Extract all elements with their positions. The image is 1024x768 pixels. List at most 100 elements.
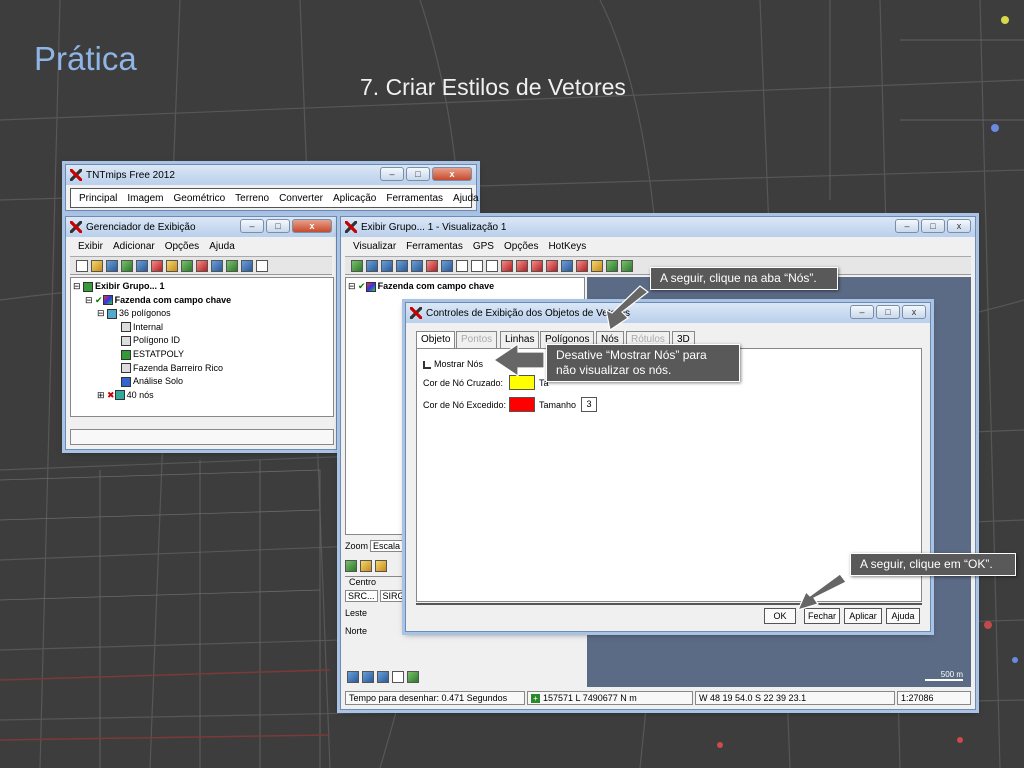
legend-icon[interactable] xyxy=(347,671,359,683)
search-icon[interactable] xyxy=(392,671,404,683)
tree-item-polygon-id[interactable]: Polígono ID xyxy=(73,334,333,348)
pan-icon[interactable] xyxy=(456,259,468,272)
binoculars-icon[interactable] xyxy=(396,259,408,272)
maximize-button[interactable]: □ xyxy=(921,219,945,233)
home-icon[interactable] xyxy=(375,560,387,572)
menu-ajuda[interactable]: Ajuda xyxy=(209,241,235,252)
add-layer-icon[interactable] xyxy=(426,259,438,272)
tree-item-group[interactable]: ⊟ Exibir Grupo... 1 xyxy=(73,280,333,294)
tab-linhas[interactable]: Linhas xyxy=(500,331,540,349)
zoom-box-icon[interactable] xyxy=(441,259,453,272)
help-button[interactable]: Ajuda xyxy=(886,608,920,624)
forward-icon[interactable] xyxy=(516,259,528,272)
menu-visualizar[interactable]: Visualizar xyxy=(353,241,396,252)
back-icon[interactable] xyxy=(501,259,513,272)
maximize-button[interactable]: □ xyxy=(876,305,900,319)
check-icon[interactable]: ✔ xyxy=(95,295,103,305)
crossed-node-color-swatch[interactable] xyxy=(509,375,535,390)
shape-icon[interactable] xyxy=(226,259,238,272)
exceeded-node-size-field[interactable]: 3 xyxy=(581,397,597,412)
close-button[interactable]: x xyxy=(292,219,332,233)
measure-icon[interactable] xyxy=(606,259,618,272)
tab-objeto[interactable]: Objeto xyxy=(416,331,456,349)
sirg-field[interactable]: SIRG xyxy=(379,590,408,602)
tree-item-barreiro-rico[interactable]: Fazenda Barreiro Rico xyxy=(73,362,333,376)
layout-icon[interactable] xyxy=(621,259,633,272)
menu-terreno[interactable]: Terreno xyxy=(235,193,269,204)
toggle-indicator-icon[interactable] xyxy=(423,360,431,369)
display-manager-titlebar[interactable]: Gerenciador de Exibição – □ x xyxy=(66,217,336,237)
tree-item-farm-layer[interactable]: ⊟ ✔ Fazenda com campo chave xyxy=(73,294,333,308)
database-icon[interactable] xyxy=(241,259,253,272)
zoom-in-icon[interactable] xyxy=(362,671,374,683)
close-button[interactable]: x xyxy=(947,219,971,233)
maximize-button[interactable]: □ xyxy=(266,219,290,233)
display-icon[interactable] xyxy=(136,259,148,272)
target-icon[interactable] xyxy=(546,259,558,272)
tntmips-titlebar[interactable]: TNTmips Free 2012 – □ x xyxy=(66,165,476,185)
apply-button[interactable]: Aplicar xyxy=(844,608,882,624)
tab-pontos[interactable]: Pontos xyxy=(456,331,498,349)
zoom-out-icon[interactable] xyxy=(377,671,389,683)
show-nodes-toggle[interactable]: Mostrar Nós xyxy=(423,357,483,371)
dialog-titlebar[interactable]: Controles de Exibição dos Objetos de Vet… xyxy=(406,303,930,323)
maximize-button[interactable]: □ xyxy=(406,167,430,181)
zoom-full-icon[interactable] xyxy=(366,259,378,272)
save-icon[interactable] xyxy=(106,259,118,272)
select-icon[interactable] xyxy=(471,259,483,272)
close-button[interactable]: x xyxy=(432,167,472,181)
menu-ajuda[interactable]: Ajuda xyxy=(453,193,479,204)
sync-icon[interactable] xyxy=(345,560,357,572)
src-button[interactable]: SRC... xyxy=(345,590,378,602)
menu-converter[interactable]: Converter xyxy=(279,193,323,204)
grid-icon[interactable] xyxy=(256,259,268,272)
redraw-icon[interactable] xyxy=(351,259,363,272)
tree-item-internal[interactable]: Internal xyxy=(73,321,333,335)
check-icon[interactable]: ✔ xyxy=(358,281,366,291)
menu-hotkeys[interactable]: HotKeys xyxy=(548,241,586,252)
menu-ferramentas[interactable]: Ferramentas xyxy=(406,241,463,252)
view-tree-item-farm[interactable]: ⊟ ✔ Fazenda com campo chave xyxy=(348,280,584,294)
vector-icon[interactable] xyxy=(181,259,193,272)
exceeded-node-color-swatch[interactable] xyxy=(509,397,535,412)
menu-gps[interactable]: GPS xyxy=(473,241,494,252)
layer-icon[interactable] xyxy=(121,259,133,272)
menu-opcoes[interactable]: Opções xyxy=(165,241,199,252)
tree-item-nodes[interactable]: ⊞ ✖ 40 nós xyxy=(73,389,333,403)
tree-item-soil-analysis[interactable]: Análise Solo xyxy=(73,375,333,389)
menu-opcoes[interactable]: Opções xyxy=(504,241,538,252)
minimize-button[interactable]: – xyxy=(895,219,919,233)
pointer-icon[interactable] xyxy=(576,259,588,272)
ok-button[interactable]: OK xyxy=(764,608,796,624)
camera-icon[interactable] xyxy=(411,259,423,272)
minimize-button[interactable]: – xyxy=(380,167,404,181)
view-window-titlebar[interactable]: Exibir Grupo... 1 - Visualização 1 – □ x xyxy=(341,217,975,237)
minimize-button[interactable]: – xyxy=(850,305,874,319)
refresh-icon[interactable] xyxy=(360,560,372,572)
stop-icon[interactable] xyxy=(531,259,543,272)
new-icon[interactable] xyxy=(76,259,88,272)
tree-item-polygons[interactable]: ⊟ 36 polígonos xyxy=(73,307,333,321)
extent-icon[interactable] xyxy=(407,671,419,683)
raster-icon[interactable] xyxy=(166,259,178,272)
open-folder-icon[interactable] xyxy=(91,259,103,272)
disabled-icon[interactable]: ✖ xyxy=(107,390,115,400)
menu-adicionar[interactable]: Adicionar xyxy=(113,241,155,252)
menu-geometrico[interactable]: Geométrico xyxy=(173,193,225,204)
close-button[interactable]: x xyxy=(902,305,926,319)
query-icon[interactable] xyxy=(486,259,498,272)
tin-icon[interactable] xyxy=(211,259,223,272)
close-dialog-button[interactable]: Fechar xyxy=(804,608,840,624)
pencil-icon[interactable] xyxy=(591,259,603,272)
cad-icon[interactable] xyxy=(196,259,208,272)
menu-imagem[interactable]: Imagem xyxy=(127,193,163,204)
tree-item-estatpoly[interactable]: ESTATPOLY xyxy=(73,348,333,362)
magnify-icon[interactable] xyxy=(561,259,573,272)
menu-ferramentas[interactable]: Ferramentas xyxy=(386,193,443,204)
minimize-button[interactable]: – xyxy=(240,219,264,233)
add-layer-icon[interactable] xyxy=(151,259,163,272)
menu-principal[interactable]: Principal xyxy=(79,193,117,204)
zoom-icon[interactable] xyxy=(381,259,393,272)
menu-exibir[interactable]: Exibir xyxy=(78,241,103,252)
menu-aplicacao[interactable]: Aplicação xyxy=(333,193,376,204)
